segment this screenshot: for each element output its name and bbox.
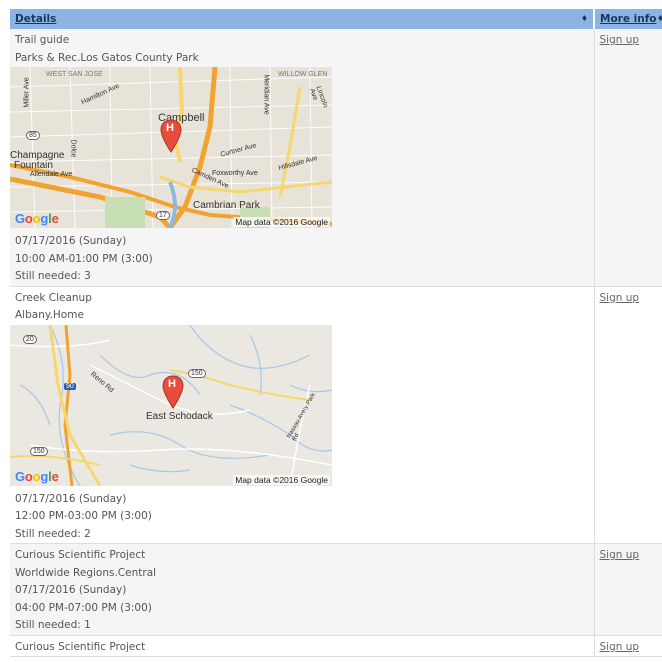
table-row: Curious Scientific Project Sign up bbox=[10, 635, 662, 657]
table-row: Trail guide Parks & Rec.Los Gatos County… bbox=[10, 29, 662, 287]
map-pin-letter: H bbox=[168, 377, 176, 390]
route-90-shield: 90 bbox=[64, 382, 76, 390]
map-pin-icon[interactable]: H bbox=[162, 374, 184, 409]
opportunity-location: Albany.Home bbox=[15, 309, 84, 321]
map-label-foxworthy: Foxworthy Ave bbox=[212, 170, 258, 177]
opportunity-title: Trail guide bbox=[15, 34, 70, 46]
opportunity-title: Curious Scientific Project bbox=[15, 640, 146, 653]
table-row: Creek Cleanup Albany.Home East Schodack … bbox=[10, 286, 662, 544]
sort-icon[interactable]: ♦ bbox=[657, 9, 662, 29]
map-label-cambrian: Cambrian Park bbox=[193, 200, 260, 211]
opportunity-title: Creek Cleanup bbox=[15, 291, 92, 304]
opportunity-date: 07/17/2016 (Sunday) bbox=[15, 492, 127, 505]
map-label-allendale: Allendale Ave bbox=[30, 171, 73, 178]
google-logo: Google bbox=[15, 468, 59, 484]
details-column-header[interactable]: Details ♦ bbox=[10, 9, 595, 29]
sign-up-link[interactable]: Sign up bbox=[600, 639, 640, 657]
map-credit: Map data ©2016 Google bbox=[233, 217, 330, 227]
details-cell: Trail guide Parks & Rec.Los Gatos County… bbox=[10, 29, 595, 287]
route-17-shield: 17 bbox=[156, 211, 170, 220]
more-info-column-header[interactable]: More info ♦ bbox=[594, 9, 662, 29]
map-label-east-schodack: East Schodack bbox=[146, 410, 213, 422]
map-label-willow-glen: WILLOW GLEN bbox=[278, 71, 328, 78]
google-logo: Google bbox=[15, 211, 59, 226]
opportunity-time: 04:00 PM-07:00 PM (3:00) bbox=[15, 601, 152, 614]
route-85-shield: 85 bbox=[26, 131, 40, 140]
opportunity-location: Parks & Rec.Los Gatos County Park bbox=[15, 51, 199, 64]
opportunity-date: 07/17/2016 (Sunday) bbox=[15, 235, 127, 247]
opportunities-table-wrapper: Details ♦ More info ♦ Trail guide Parks … bbox=[10, 9, 662, 657]
map-pin-letter: H bbox=[166, 122, 174, 134]
opportunity-location: Worldwide Regions.Central bbox=[15, 566, 157, 579]
sign-up-link[interactable]: Sign up bbox=[600, 290, 640, 308]
map-credit: Map data ©2016 Google bbox=[233, 474, 330, 485]
sign-up-link[interactable]: Sign up bbox=[600, 547, 640, 565]
details-cell: Curious Scientific Project bbox=[10, 635, 595, 657]
more-info-sort-link[interactable]: More info bbox=[600, 13, 656, 25]
more-info-cell: Sign up bbox=[594, 29, 662, 287]
table-row: Curious Scientific Project Worldwide Reg… bbox=[10, 543, 662, 636]
more-info-cell: Sign up bbox=[594, 286, 662, 544]
map-label-fountain: Fountain bbox=[14, 160, 53, 171]
opportunity-time: 12:00 PM-03:00 PM (3:00) bbox=[15, 510, 152, 522]
sort-icon[interactable]: ♦ bbox=[581, 9, 588, 29]
location-map[interactable]: Campbell WEST SAN JOSE WILLOW GLEN Hamil… bbox=[10, 67, 332, 228]
sign-up-link[interactable]: Sign up bbox=[600, 32, 640, 50]
table-header-row: Details ♦ More info ♦ bbox=[10, 9, 662, 29]
map-label-meridian: Meridian Ave bbox=[262, 74, 270, 115]
details-cell: Creek Cleanup Albany.Home East Schodack … bbox=[10, 286, 595, 544]
map-pin-icon[interactable]: H bbox=[160, 119, 182, 153]
route-150-shield: 150 bbox=[30, 446, 48, 456]
map-label-miller: Miller Ave bbox=[23, 77, 31, 108]
details-sort-link[interactable]: Details bbox=[15, 13, 56, 25]
opportunity-time: 10:00 AM-01:00 PM (3:00) bbox=[15, 252, 153, 265]
details-cell: Curious Scientific Project Worldwide Reg… bbox=[10, 543, 595, 636]
route-150-shield: 150 bbox=[188, 368, 206, 378]
more-info-cell: Sign up bbox=[594, 635, 662, 657]
still-needed: Still needed: 3 bbox=[15, 270, 91, 282]
more-info-cell: Sign up bbox=[594, 543, 662, 636]
still-needed: Still needed: 2 bbox=[15, 527, 91, 540]
map-label-dolce: Dolce bbox=[69, 139, 77, 158]
opportunity-date: 07/17/2016 (Sunday) bbox=[15, 584, 127, 596]
location-map[interactable]: East Schodack Reno Rd Nassau Avery Park … bbox=[10, 324, 332, 486]
still-needed: Still needed: 1 bbox=[15, 619, 91, 631]
route-20-shield: 20 bbox=[23, 334, 37, 344]
opportunities-table: Details ♦ More info ♦ Trail guide Parks … bbox=[10, 9, 662, 657]
map-label-west-san-jose: WEST SAN JOSE bbox=[46, 71, 103, 78]
opportunity-title: Curious Scientific Project bbox=[15, 549, 146, 561]
